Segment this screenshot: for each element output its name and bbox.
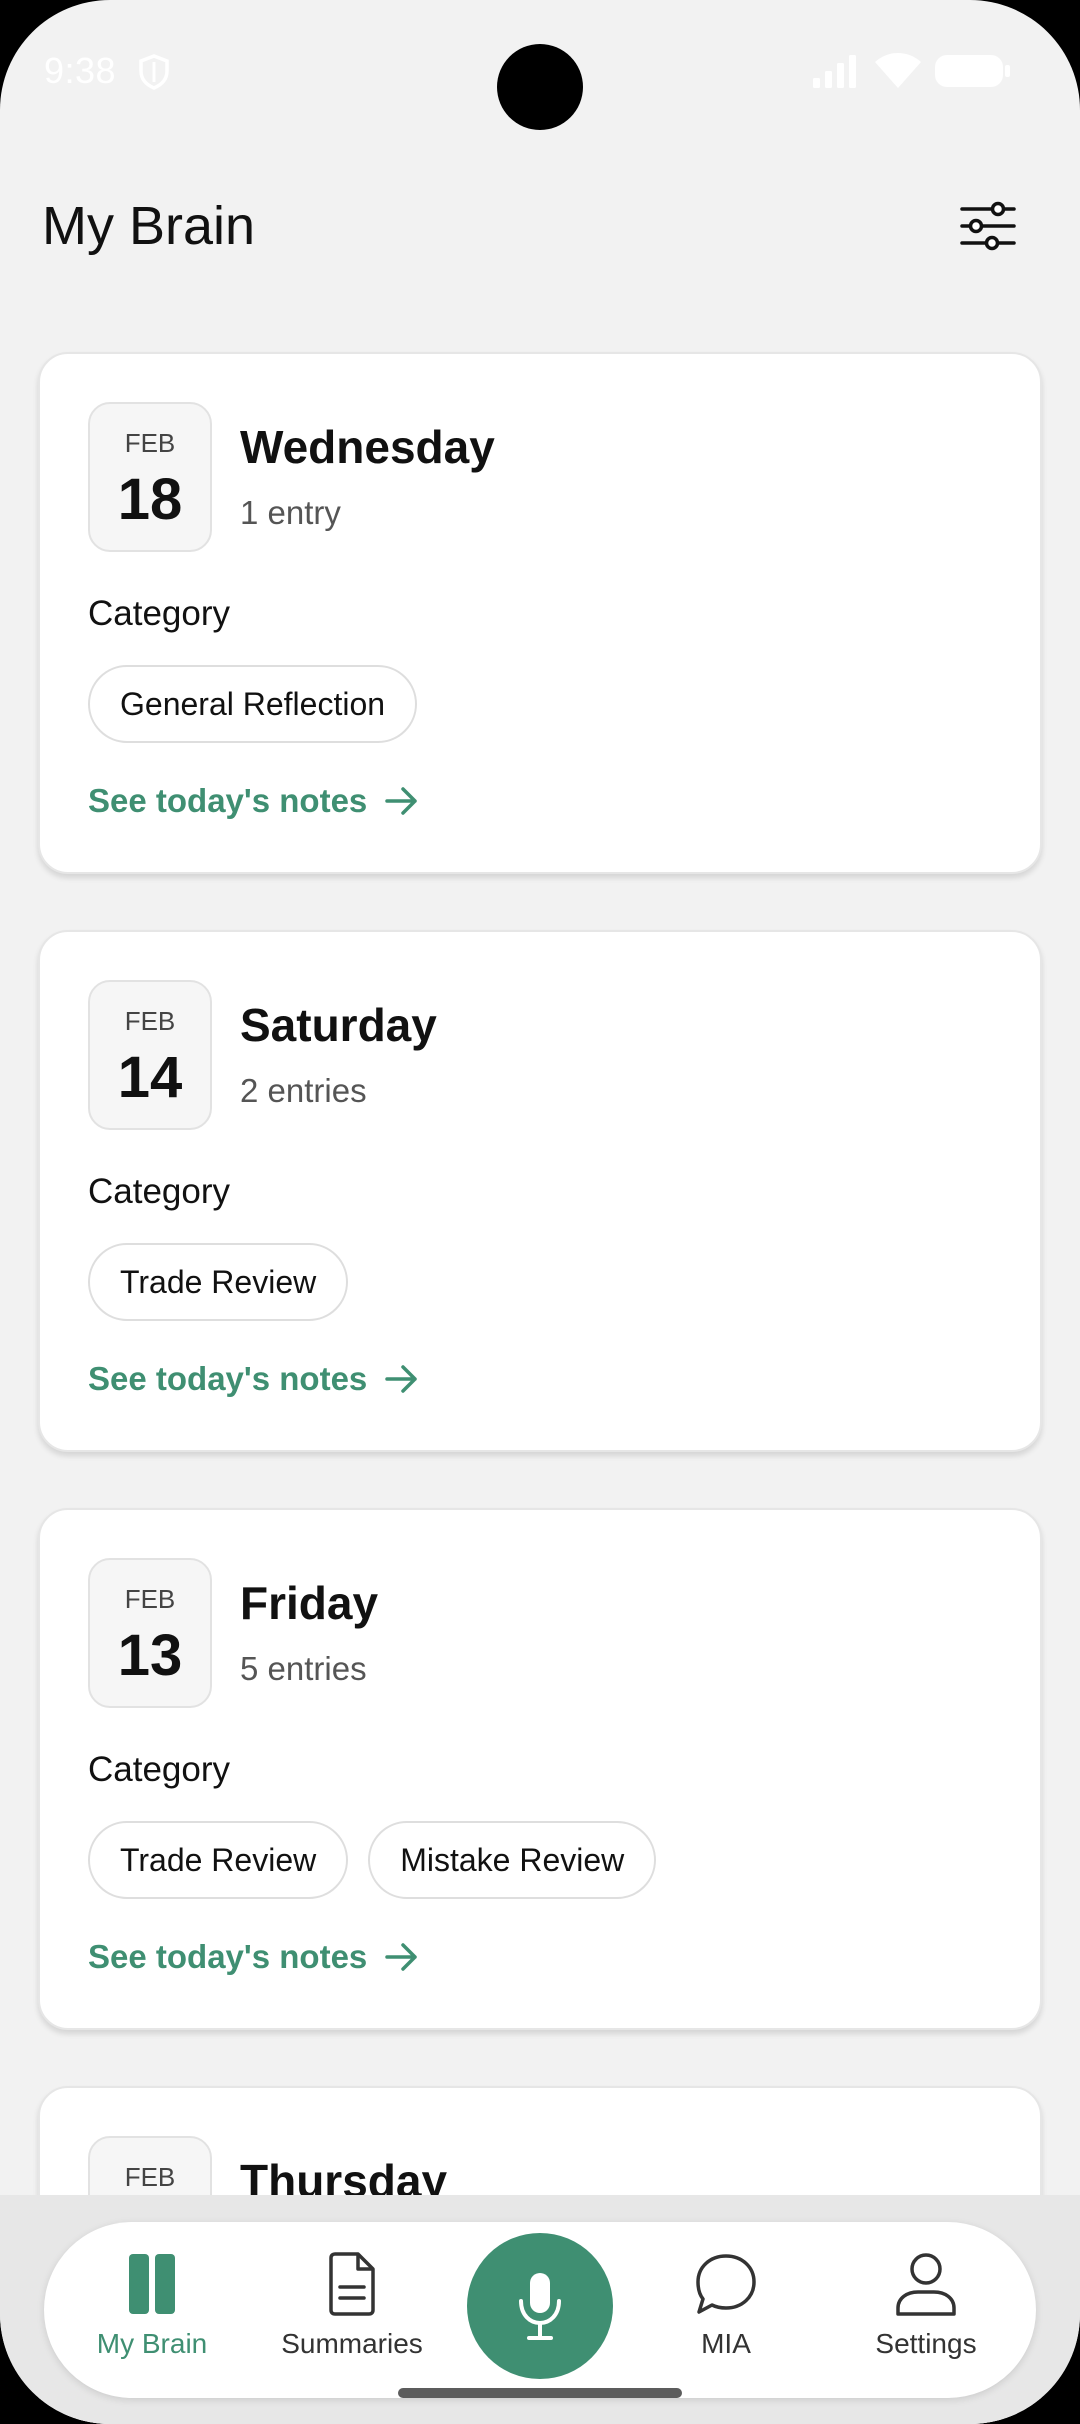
nav-label: Summaries [281, 2328, 423, 2359]
nav-item-settings[interactable]: Settings [836, 2222, 1016, 2398]
shield-icon [139, 54, 169, 90]
status-bar: 9:38 [0, 0, 1080, 140]
weekday-title: Friday [240, 1577, 379, 1629]
nav-label: My Brain [96, 2328, 208, 2359]
see-notes-label: See today's notes [88, 1360, 368, 1397]
date-month: FEB [124, 1584, 176, 1614]
nav-label: MIA [701, 2328, 751, 2359]
battery-icon [935, 55, 1010, 87]
date-badge: FEB 13 [88, 1558, 212, 1708]
record-button[interactable] [467, 2233, 613, 2379]
nav-label: Settings [875, 2328, 977, 2359]
see-notes-link[interactable]: See today's notes [88, 782, 419, 820]
arrow-right-icon [385, 787, 418, 815]
date-month: FEB [124, 2162, 176, 2192]
nav-item-summaries[interactable]: Summaries [262, 2222, 442, 2398]
nav-item-mia[interactable]: MIA [636, 2222, 816, 2398]
app-screen: 9:38 My Brain FEB 18 Wednesday 1 entry C… [0, 0, 1080, 2424]
microphone-icon [519, 2273, 561, 2340]
day-card[interactable]: FEB 14 Saturday 2 entries Category Trade… [38, 930, 1042, 1452]
entry-count: 2 entries [240, 1072, 367, 1109]
nav-item-my-brain[interactable]: My Brain [62, 2222, 242, 2398]
day-card[interactable]: FEB 13 Friday 5 entries Category Trade R… [38, 1508, 1042, 2030]
person-icon [895, 2248, 957, 2320]
date-badge: FEB 18 [88, 402, 212, 552]
arrow-right-icon [385, 1943, 418, 1971]
sliders-icon [960, 201, 1016, 251]
category-label: Category [88, 1172, 231, 1211]
see-notes-link[interactable]: See today's notes [88, 1938, 419, 1976]
camera-cutout [497, 44, 583, 130]
filter-button[interactable] [958, 198, 1018, 254]
home-indicator [398, 2388, 682, 2398]
date-day: 18 [117, 467, 183, 532]
see-notes-label: See today's notes [88, 782, 368, 819]
category-chips: Trade Review Mistake Review [88, 1821, 657, 1899]
weekday-title: Wednesday [240, 421, 495, 473]
date-badge: FEB 14 [88, 980, 212, 1130]
date-day: 13 [117, 1623, 183, 1688]
arrow-right-icon [385, 1365, 418, 1393]
date-day: 14 [117, 1045, 183, 1110]
category-chip[interactable]: Mistake Review [368, 1821, 657, 1899]
category-chips: Trade Review [88, 1243, 349, 1321]
category-chips: General Reflection [88, 665, 418, 743]
wifi-icon [875, 53, 921, 88]
brain-book-icon [127, 2248, 177, 2320]
category-label: Category [88, 1750, 231, 1789]
see-notes-label: See today's notes [88, 1938, 368, 1975]
date-month: FEB [124, 428, 176, 458]
category-chip[interactable]: Trade Review [88, 1243, 349, 1321]
date-month: FEB [124, 1006, 176, 1036]
category-chip[interactable]: Trade Review [88, 1821, 349, 1899]
status-time: 9:38 [44, 50, 117, 91]
entry-count: 5 entries [240, 1650, 367, 1687]
signal-icon [813, 55, 856, 88]
bottom-nav: My Brain Summaries MIA Settings [44, 2222, 1036, 2398]
entry-count: 1 entry [240, 494, 341, 531]
category-chip[interactable]: General Reflection [88, 665, 418, 743]
category-label: Category [88, 594, 231, 633]
see-notes-link[interactable]: See today's notes [88, 1360, 419, 1398]
weekday-title: Saturday [240, 999, 437, 1051]
page-title: My Brain [42, 196, 256, 256]
document-icon [327, 2248, 377, 2320]
day-card[interactable]: FEB 18 Wednesday 1 entry Category Genera… [38, 352, 1042, 874]
chat-bubble-icon [694, 2248, 758, 2320]
